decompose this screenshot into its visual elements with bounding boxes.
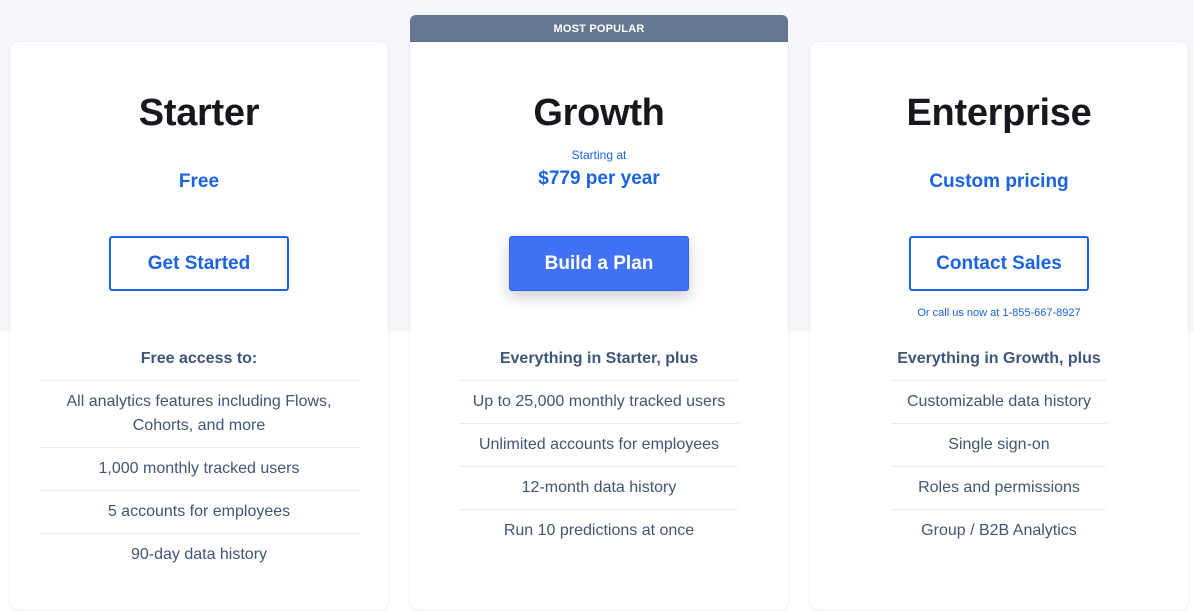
price-prefix: Starting at [571,148,627,162]
list-item: 90-day data history [130,546,268,563]
list-item: Unlimited accounts for employees [460,424,738,467]
list-item: Group / B2B Analytics [921,522,1077,539]
list-item: 1,000 monthly tracked users [38,448,360,491]
plan-name: Enterprise [906,92,1092,134]
plan-price: $779 per year [538,168,660,189]
features-heading: Everything in Starter, plus [460,347,738,381]
plan-name: Growth [533,92,665,134]
plan-price: Custom pricing [929,171,1069,192]
plan-card-starter: Starter Free Get Started Free access to:… [10,42,388,610]
get-started-button[interactable]: Get Started [109,236,289,291]
list-item: 5 accounts for employees [38,491,360,534]
build-a-plan-button[interactable]: Build a Plan [509,236,689,291]
features-heading: Everything in Growth, plus [892,347,1106,381]
list-item: Run 10 predictions at once [503,522,695,539]
list-item: Single sign-on [892,424,1106,467]
list-item: 12-month data history [460,467,738,510]
feature-section: Everything in Starter, plus Up to 25,000… [410,347,788,552]
contact-sales-button[interactable]: Contact Sales [909,236,1089,291]
feature-list: Everything in Starter, plus Up to 25,000… [460,347,738,552]
features-heading: Free access to: [38,347,360,381]
list-item: Customizable data history [892,381,1106,424]
phone-link[interactable]: Or call us now at 1-855-667-8927 [810,307,1188,319]
plan-name: Starter [138,92,260,134]
list-item: All analytics features including Flows, … [38,381,360,448]
feature-list: Free access to: All analytics features i… [38,347,360,576]
list-item: Up to 25,000 monthly tracked users [460,381,738,424]
feature-list: Everything in Growth, plus Customizable … [892,347,1106,552]
feature-section: Everything in Growth, plus Customizable … [810,347,1188,552]
plan-card-enterprise: Enterprise Custom pricing Contact Sales … [810,42,1188,610]
feature-section: Free access to: All analytics features i… [10,347,388,576]
plan-price: Free [178,171,220,192]
plan-card-growth: Growth Starting at $779 per year Build a… [410,42,788,610]
most-popular-badge: MOST POPULAR [410,15,788,42]
list-item: Roles and permissions [892,467,1106,510]
